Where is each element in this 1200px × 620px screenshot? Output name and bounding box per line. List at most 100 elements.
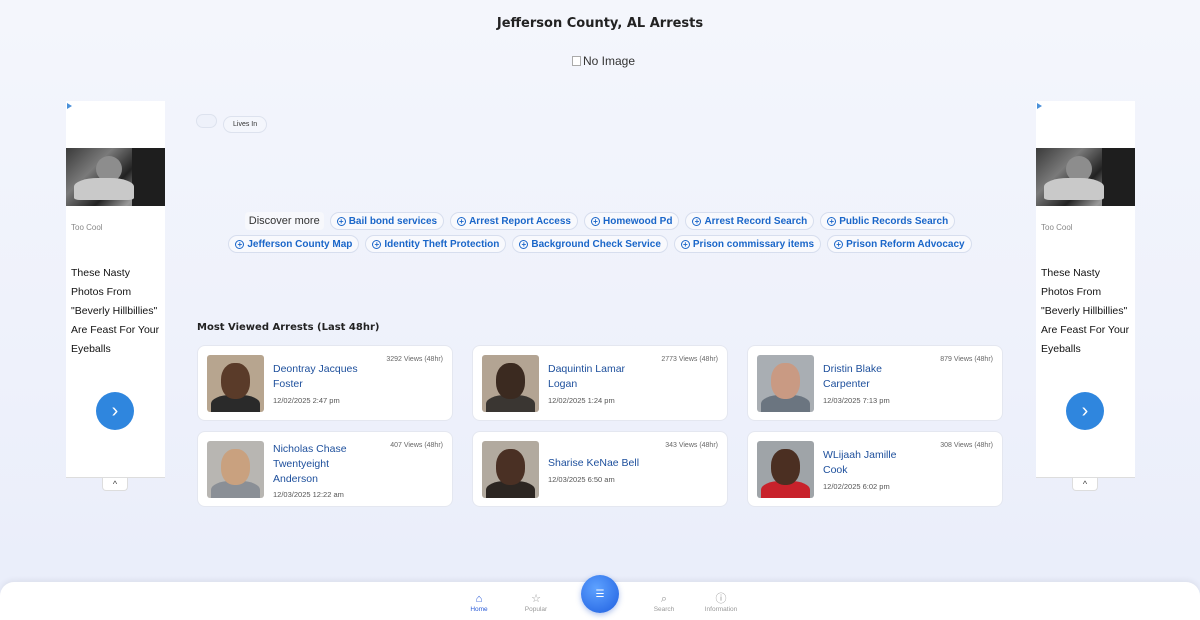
arrest-name[interactable]: Daquintin Lamar Logan [548, 362, 644, 392]
chevron-right-icon: › [1081, 399, 1089, 422]
nav-popular-label: Popular [524, 606, 548, 613]
arrest-card[interactable]: WLijaah Jamille Cook 12/02/2025 6:02 pm … [747, 431, 1003, 507]
ad-photo[interactable] [66, 148, 165, 206]
nav-search[interactable]: ⌕ Search [634, 592, 694, 613]
ad-headline[interactable]: These Nasty Photos From "Beverly Hillbil… [71, 264, 163, 359]
ad-collapse-button-right[interactable]: ^ [1072, 478, 1098, 491]
plus-circle-icon: + [235, 239, 245, 249]
mugshot[interactable] [207, 441, 264, 498]
arrest-card[interactable]: Dristin Blake Carpenter 12/03/2025 7:13 … [747, 345, 1003, 421]
mugshot[interactable] [482, 441, 539, 498]
side-ad-left[interactable]: Too Cool These Nasty Photos From "Beverl… [66, 101, 165, 478]
arrest-date: 12/02/2025 2:47 pm [273, 396, 340, 405]
plus-circle-icon: + [692, 216, 702, 226]
discover-more-row-2: + Jefferson County Map + Identity Theft Pr… [0, 235, 1200, 253]
discover-chip[interactable]: + Jefferson County Map [228, 235, 360, 253]
discover-chip-label: Background Check Service [531, 238, 661, 250]
arrest-date: 12/02/2025 6:02 pm [823, 482, 890, 491]
discover-chip[interactable]: + Prison Reform Advocacy [827, 235, 972, 253]
chevron-up-icon: ^ [112, 479, 118, 489]
plus-circle-icon: + [590, 216, 600, 226]
filter-chip-empty[interactable] [196, 114, 217, 128]
discover-chip[interactable]: + Homewood Pd [583, 212, 680, 230]
discover-more-row-1: Discover more + Bail bond services + Arres… [0, 212, 1200, 230]
discover-chip-label: Identity Theft Protection [384, 238, 500, 250]
discover-chip[interactable]: + Prison commissary items [673, 235, 822, 253]
nav-information[interactable]: ⓘ Information [691, 592, 751, 613]
arrest-card[interactable]: Sharise KeNae Bell 12/03/2025 6:50 am 34… [472, 431, 728, 507]
discover-chip[interactable]: + Arrest Report Access [450, 212, 578, 230]
discover-chip-label: Prison Reform Advocacy [846, 238, 965, 250]
adchoices-icon[interactable] [67, 103, 72, 109]
nav-popular[interactable]: ☆ Popular [506, 592, 566, 613]
mugshot[interactable] [207, 355, 264, 412]
discover-more-label: Discover more [244, 212, 324, 230]
arrest-date: 12/03/2025 6:50 am [548, 475, 615, 484]
ad-next-button[interactable]: › [96, 392, 134, 430]
view-count: 2773 Views (48hr) [661, 356, 718, 363]
arrest-date: 12/03/2025 7:13 pm [823, 396, 890, 405]
broken-image-icon [572, 56, 581, 66]
arrest-card[interactable]: Daquintin Lamar Logan 12/02/2025 1:24 pm… [472, 345, 728, 421]
discover-chip-label: Prison commissary items [692, 238, 815, 250]
chevron-right-icon: › [111, 399, 119, 422]
view-count: 308 Views (48hr) [940, 442, 993, 449]
view-count: 343 Views (48hr) [665, 442, 718, 449]
nav-information-label: Information [704, 606, 738, 613]
ad-collapse-button-left[interactable]: ^ [102, 478, 128, 491]
arrest-date: 12/02/2025 1:24 pm [548, 396, 615, 405]
ad-next-button[interactable]: › [1066, 392, 1104, 430]
discover-chip-label: Arrest Report Access [469, 215, 571, 227]
arrest-card[interactable]: Deontray Jacques Foster 12/02/2025 2:47 … [197, 345, 453, 421]
view-count: 407 Views (48hr) [390, 442, 443, 449]
arrest-name[interactable]: Sharise KeNae Bell [548, 456, 644, 471]
mugshot[interactable] [757, 355, 814, 412]
filter-fab-button[interactable]: ☰ [581, 575, 619, 613]
star-icon: ☆ [531, 593, 541, 605]
discover-chip[interactable]: + Arrest Record Search [685, 212, 815, 230]
arrest-card[interactable]: Nicholas Chase Twentyeight Anderson 12/0… [197, 431, 453, 507]
plus-circle-icon: + [680, 239, 690, 249]
info-icon: ⓘ [715, 593, 727, 605]
plus-circle-icon: + [827, 216, 837, 226]
discover-chip-label: Bail bond services [348, 215, 438, 227]
nav-search-label: Search [653, 606, 675, 613]
page-title: Jefferson County, AL Arrests [496, 16, 704, 31]
header-image-alt: No Image [583, 54, 636, 68]
arrest-name[interactable]: Dristin Blake Carpenter [823, 362, 919, 392]
discover-chip-label: Public Records Search [839, 215, 949, 227]
filter-chip-lives-in[interactable]: Lives In [223, 116, 268, 133]
section-title-most-viewed: Most Viewed Arrests (Last 48hr) [197, 322, 380, 333]
chevron-up-icon: ^ [1082, 479, 1088, 489]
mugshot[interactable] [482, 355, 539, 412]
side-ad-right[interactable]: Too Cool These Nasty Photos From "Beverl… [1036, 101, 1135, 478]
nav-home[interactable]: ⌂ Home [449, 592, 509, 613]
discover-chip[interactable]: + Public Records Search [820, 212, 956, 230]
plus-circle-icon: + [519, 239, 529, 249]
discover-chip[interactable]: + Identity Theft Protection [365, 235, 507, 253]
header-image: No Image [572, 54, 635, 68]
discover-chip-label: Jefferson County Map [247, 238, 353, 250]
discover-chip-label: Arrest Record Search [704, 215, 808, 227]
filter-icon: ☰ [595, 588, 605, 600]
adchoices-icon[interactable] [1037, 103, 1042, 109]
plus-circle-icon: + [457, 216, 467, 226]
arrest-name[interactable]: Deontray Jacques Foster [273, 362, 369, 392]
ad-photo[interactable] [1036, 148, 1135, 206]
mugshot[interactable] [757, 441, 814, 498]
view-count: 3292 Views (48hr) [386, 356, 443, 363]
ad-headline[interactable]: These Nasty Photos From "Beverly Hillbil… [1041, 264, 1133, 359]
search-icon: ⌕ [660, 593, 668, 605]
plus-circle-icon: + [834, 239, 844, 249]
plus-circle-icon: + [372, 239, 382, 249]
arrest-date: 12/03/2025 12:22 am [273, 490, 344, 499]
plus-circle-icon: + [336, 216, 346, 226]
arrest-name[interactable]: WLijaah Jamille Cook [823, 448, 919, 478]
arrest-name[interactable]: Nicholas Chase Twentyeight Anderson [273, 442, 369, 487]
discover-chip[interactable]: + Bail bond services [329, 212, 445, 230]
nav-home-label: Home [470, 606, 488, 613]
discover-chip[interactable]: + Background Check Service [512, 235, 668, 253]
home-icon: ⌂ [475, 593, 483, 605]
discover-chip-label: Homewood Pd [602, 215, 673, 227]
view-count: 879 Views (48hr) [940, 356, 993, 363]
